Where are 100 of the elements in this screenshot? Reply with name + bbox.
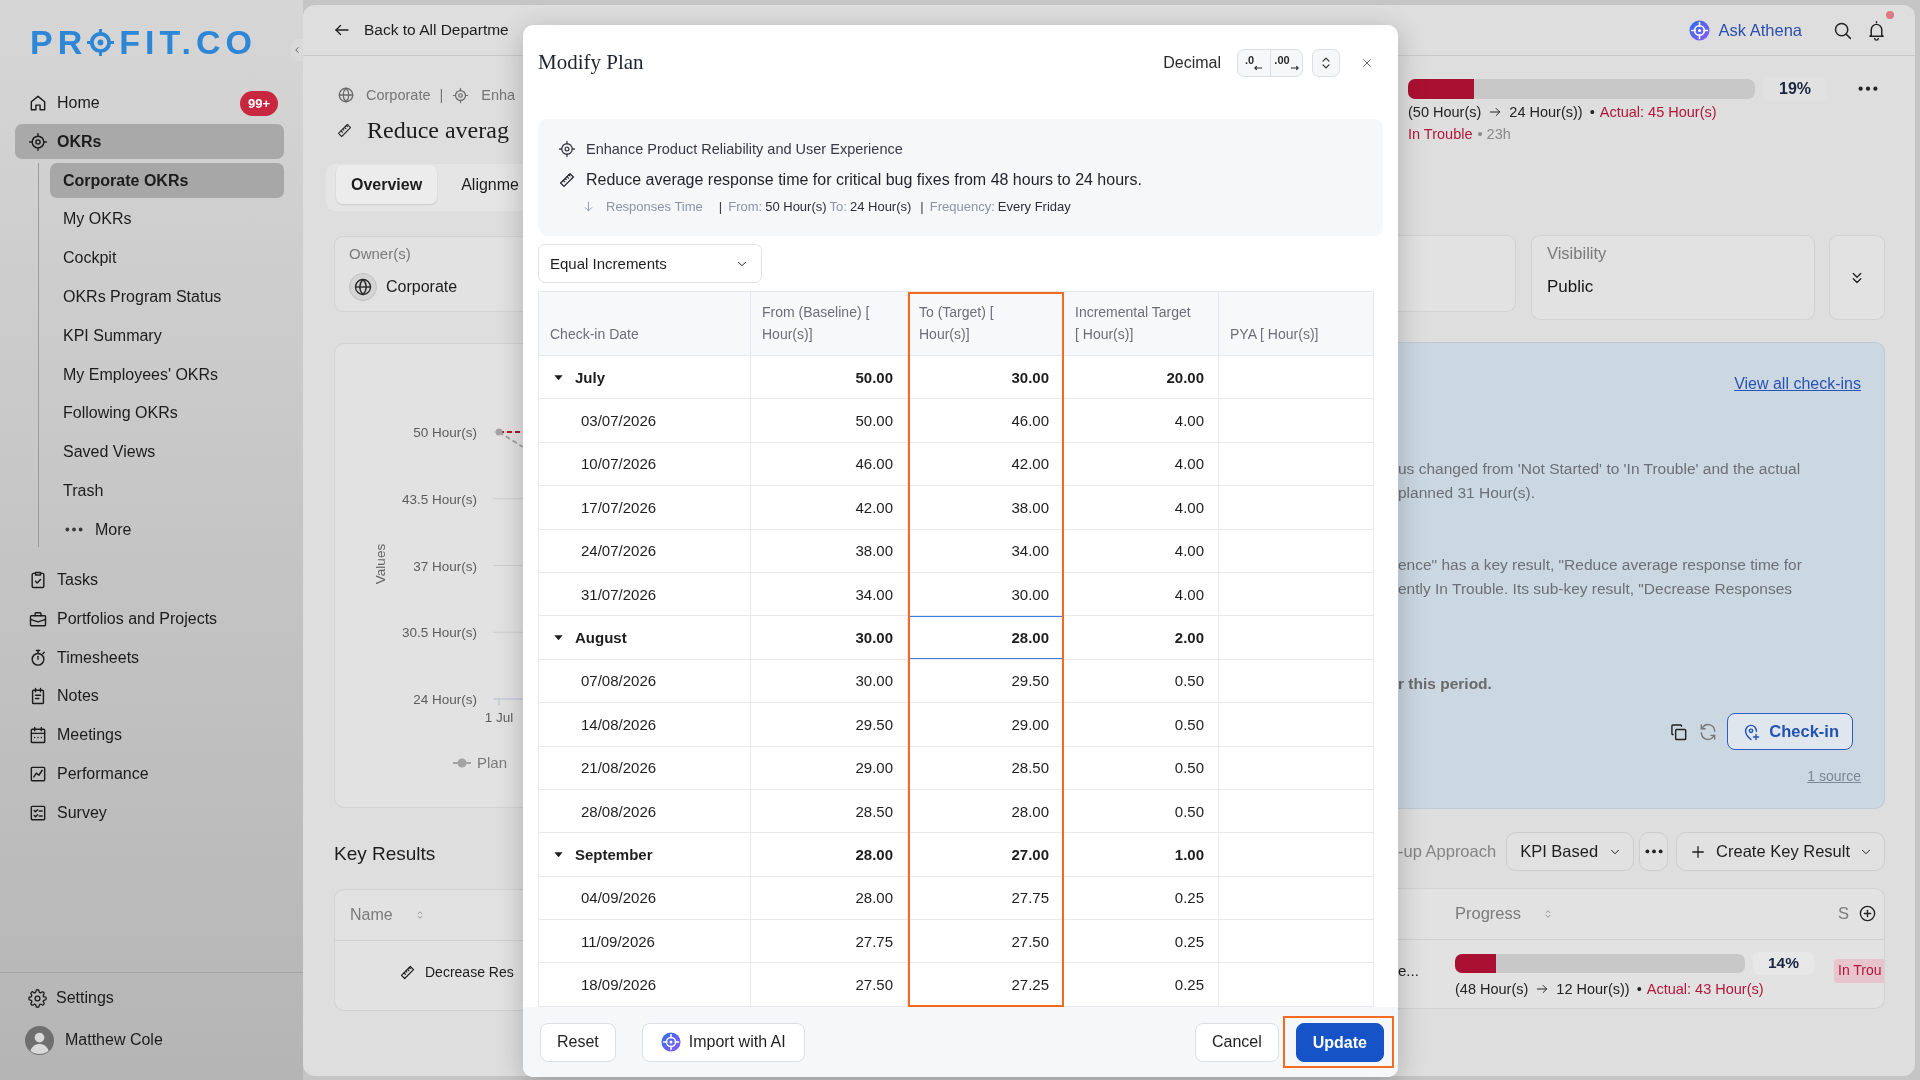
table-cell: 42.00 [908,442,1064,487]
table-cell: 0.25 [1064,876,1219,921]
ruler-icon [558,171,576,189]
nav-item[interactable]: Notes [15,678,284,714]
tab[interactable]: Overview [336,165,438,204]
summary-text: us changed from 'Not Started' to 'In Trouble' and the actual planned 31 Hour(s). [1398,459,1801,503]
nav-item[interactable]: Home [15,85,240,121]
nav-subitem[interactable]: Corporate OKRs [50,163,284,199]
range-text: 12 Hour(s)) [1556,981,1630,997]
nav-item[interactable]: Meetings [15,717,284,753]
nav-subitem[interactable]: My OKRs [50,201,284,237]
nav-subitem[interactable]: Cockpit [50,240,284,276]
table-cell: 27.00 [908,833,1064,877]
field-label: Visibility [1547,243,1607,263]
actual-value: Actual: 43 Hour(s) [1646,981,1764,997]
nav-subitem[interactable]: My Employees' OKRs [50,357,284,393]
nav-item[interactable]: Portfolios and Projects [15,601,284,637]
nav-item[interactable]: OKRs [15,124,284,160]
axis-title: Values [373,543,388,585]
key-result-name[interactable]: Decrease Res [425,963,514,981]
approach-dropdown[interactable]: KPI Based [1506,832,1635,871]
more-button[interactable] [1858,86,1878,92]
nav-subitem[interactable]: KPI Summary [50,318,284,354]
add-column-icon[interactable] [1858,904,1877,923]
table-cell: 28.50 [908,746,1064,790]
nav-subitem[interactable]: Following OKRs [50,395,284,431]
y-axis-label: 24 Hour(s) [413,692,477,707]
legend-label: Plan [477,754,508,771]
update-button[interactable]: Update [1295,1023,1384,1062]
caret-down-icon[interactable] [553,849,564,860]
clipboard-check-icon [28,570,48,591]
table-cell: 27.50 [751,963,908,1007]
tab[interactable]: Alignme [446,165,534,204]
assistant-button[interactable]: Ask Athena [1688,19,1802,41]
target-icon [452,86,470,104]
distribution-dropdown[interactable]: Equal Increments [538,244,762,283]
table-cell: 0.50 [1064,746,1219,790]
range-text: (48 Hour(s) [1455,981,1529,997]
bullet-text: • [1589,104,1595,120]
field-label: Owner(s) [349,244,411,264]
metric-label: Responses Time [606,198,703,214]
settings-link[interactable]: Settings [15,988,284,1008]
table-cell: 27.75 [751,920,908,964]
breadcrumb-link[interactable]: Corporate [366,87,431,103]
column-header: S [1838,904,1849,923]
cell-input[interactable]: 28.00 [908,616,1064,660]
cancel-button[interactable]: Cancel [1194,1022,1279,1062]
objective-text: Enhance Product Reliability and User Experience [586,141,903,157]
table-cell: 07/08/2026 [539,659,751,704]
nav-item[interactable]: Tasks [15,562,284,598]
table-cell: 4.00 [1064,486,1219,530]
increase-decimals-button[interactable]: .00 [1270,49,1302,76]
check-in-button[interactable]: Check-in [1727,713,1853,750]
summary-text: r this period. [1398,674,1492,694]
bullet-text: • [1636,981,1642,997]
table-cell: 29.00 [908,703,1064,747]
reset-button[interactable]: Reset [540,1022,616,1062]
table-cell: 31/07/2026 [539,572,751,617]
view-all-link[interactable]: View all check-ins [1734,374,1861,394]
create-key-result-button[interactable]: Create Key Result [1676,832,1885,871]
more-link[interactable]: More [50,512,284,548]
field-value: 24 Hour(s) [849,198,912,214]
divider-text: | [718,198,723,214]
more-button[interactable] [1639,832,1669,871]
notifications-button[interactable] [1866,19,1887,41]
table-cell: 18/09/2026 [539,963,751,1007]
target-icon [28,131,48,152]
format-label: Decimal [1163,53,1221,72]
nav-item[interactable]: Timesheets [15,640,284,676]
status-text: In Trouble [1408,126,1473,142]
table-cell: 30.00 [751,659,908,704]
table-cell: 20.00 [1064,356,1219,400]
globe-icon [337,86,355,104]
range-text: (50 Hour(s) [1408,104,1482,120]
expand-collapse-button[interactable] [1312,48,1340,77]
age-text: • 23h [1477,126,1511,142]
y-axis-label: 50 Hour(s) [413,425,477,440]
field-value: 50 Hour(s) [765,198,827,214]
table-cell: 28.00 [908,789,1064,834]
y-axis-label: 43.5 Hour(s) [401,491,477,507]
table-cell: 28/08/2026 [539,789,751,834]
nav-subitem[interactable]: Saved Views [50,434,284,470]
table-cell: 27.75 [908,876,1064,921]
arrow-right-icon [1488,105,1503,119]
table-cell: 46.00 [751,442,908,487]
user-menu[interactable]: Matthew Cole [15,1022,284,1058]
field-value: Public [1547,277,1594,297]
table-cell: 03/07/2026 [539,399,751,443]
nav-subitem[interactable]: Trash [50,473,284,509]
approach-label: -up Approach [1398,842,1497,861]
range-text: 24 Hour(s)) [1509,104,1583,120]
nav-item[interactable]: Performance [15,756,284,792]
nav-subitem[interactable]: OKRs Program Status [50,279,284,315]
field-label: From: [728,198,763,214]
table-cell: 0.50 [1064,703,1219,747]
import-button[interactable]: Import with AI [641,1022,805,1062]
table-cell: 4.00 [1064,399,1219,443]
decrease-decimals-button[interactable]: .0 [1238,49,1270,76]
back-link[interactable]: Back to All Departme [333,21,509,39]
nav-item[interactable]: Survey [15,795,284,831]
